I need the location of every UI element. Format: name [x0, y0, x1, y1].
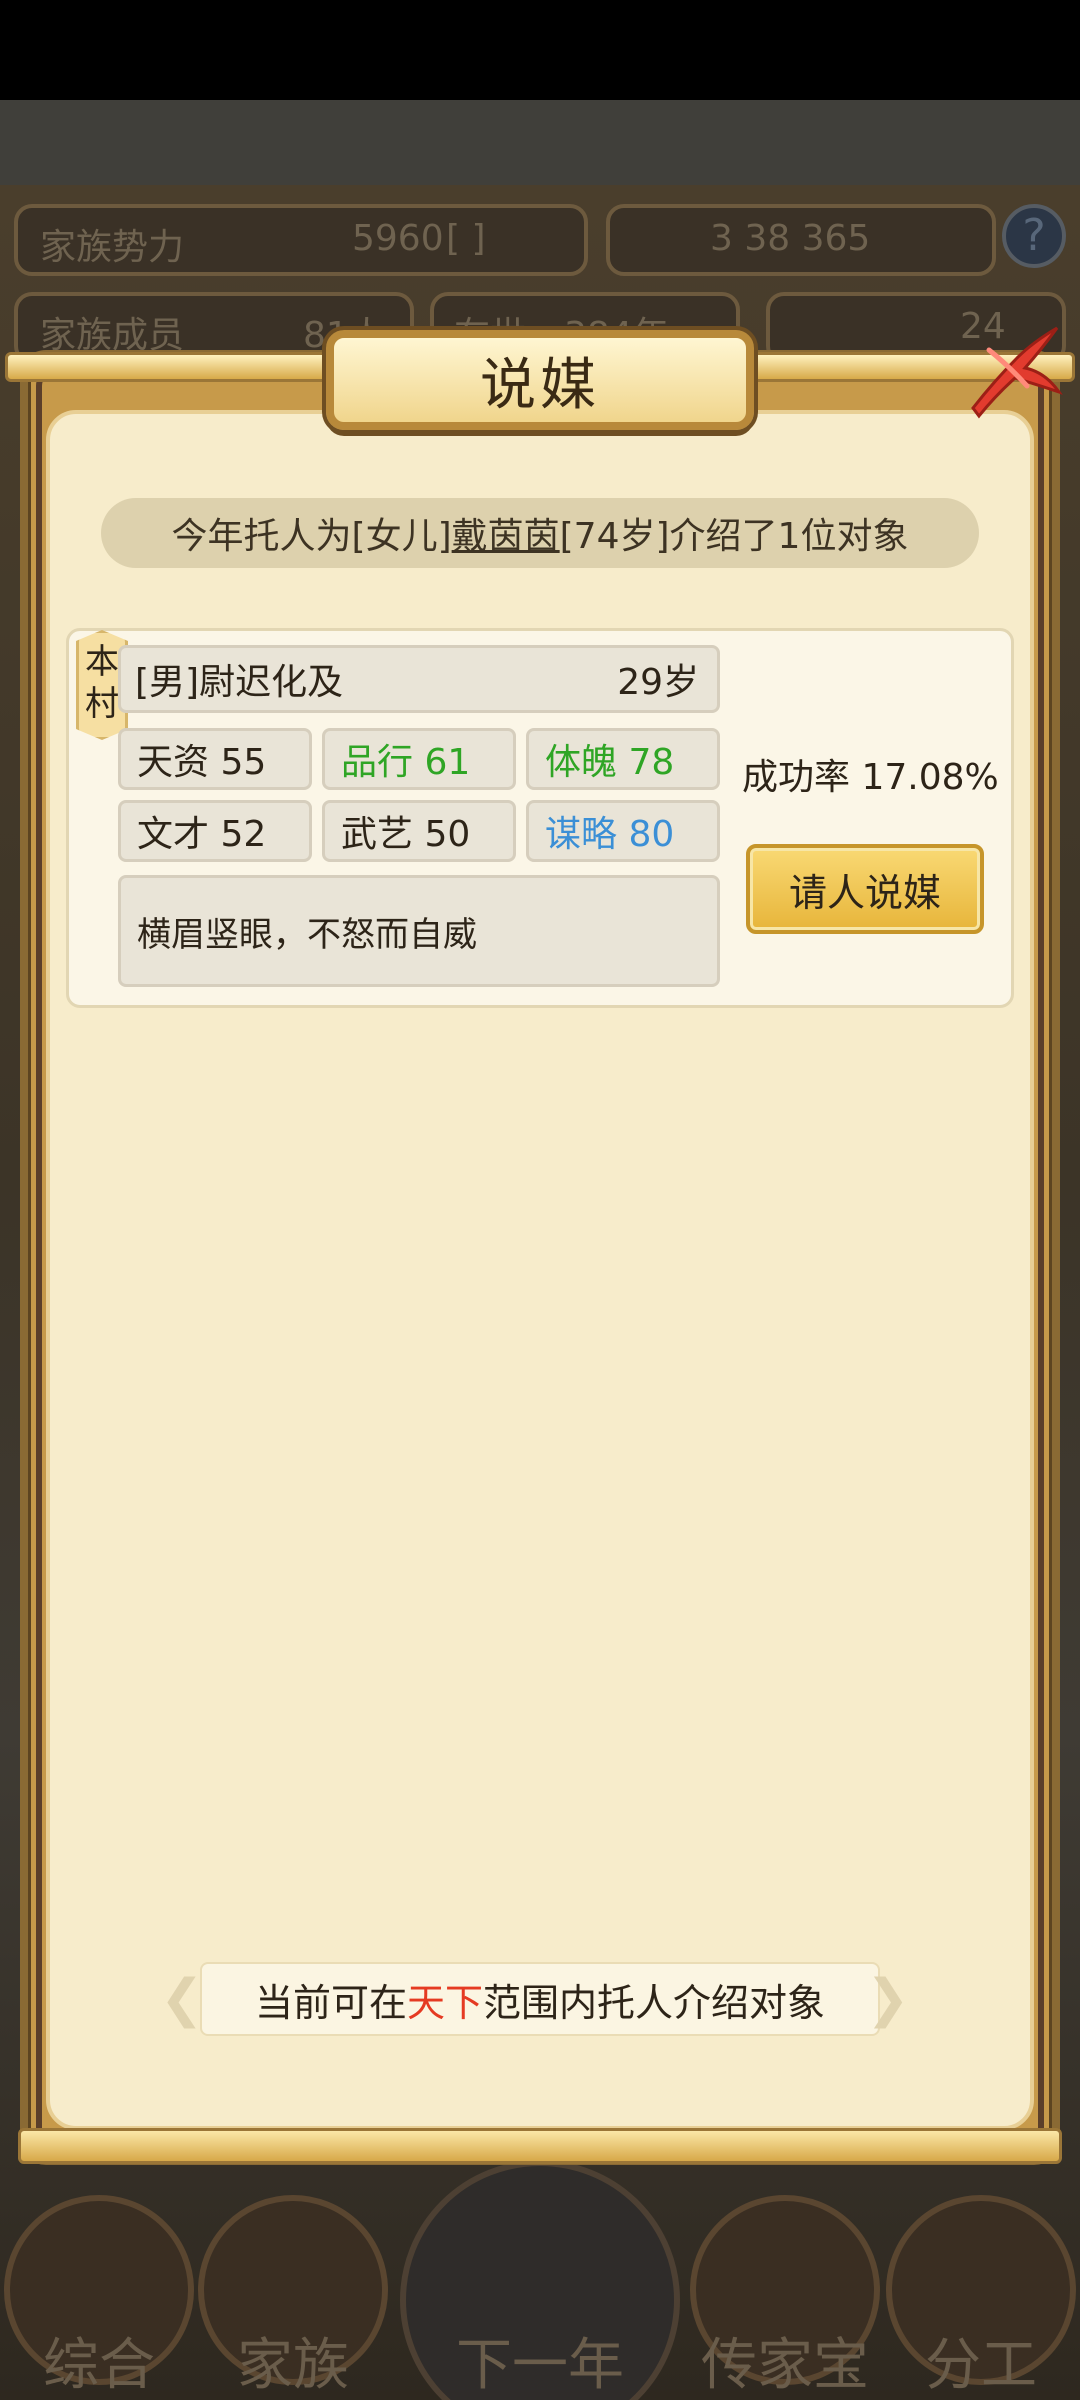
daughter-name[interactable]: 戴茵茵 [452, 507, 560, 559]
close-button[interactable] [955, 320, 1065, 430]
notice-suffix: [74岁]介绍了1位对象 [559, 516, 909, 557]
stat-conduct: 品行 61 [322, 728, 516, 790]
clan-rank: [ ] [446, 218, 486, 259]
top-banner [0, 100, 1080, 185]
footer-suffix: 范围内托人介绍对象 [483, 1980, 826, 2025]
request-matchmaker-label: 请人说媒 [788, 870, 941, 915]
nav-assign-label: 分工 [925, 2333, 1037, 2398]
clan-power-label: 家族势力 [40, 227, 185, 268]
bottom-nav: 综合 家族 下一年 传家宝 分工 [0, 2160, 1080, 2400]
help-button[interactable]: ? [1002, 204, 1066, 268]
notice-prefix: 今年托人为[女儿] [171, 516, 452, 557]
title-plaque: 说媒 [326, 330, 754, 430]
footer-banner: ❮ ❯ 当前可在天下范围内托人介绍对象 [160, 1962, 920, 2036]
clan-power-value: 5960 [352, 218, 444, 259]
candidate-age: 29岁 [617, 662, 699, 703]
stat-aptitude: 天资 55 [118, 728, 312, 790]
nav-next-year-label: 下一年 [456, 2333, 624, 2398]
candidate-name: [男]尉迟化及 [135, 662, 344, 703]
nav-family-label: 家族 [237, 2333, 349, 2398]
candidate-description: 横眉竖眼，不怒而自威 [118, 875, 720, 987]
currency-values: 3 38 365 [710, 218, 871, 259]
stat-literacy: 文才 52 [118, 800, 312, 862]
stat-strategy: 谋略 80 [526, 800, 720, 862]
stat-physique: 体魄 78 [526, 728, 720, 790]
modal-title: 说媒 [480, 352, 600, 418]
clan-power-bar: 家族势力 5960 [ ] [14, 204, 588, 276]
footer-text: 当前可在天下范围内托人介绍对象 [255, 1972, 825, 2027]
status-bar [0, 0, 1080, 100]
close-icon [971, 326, 1063, 419]
currency-bar: 3 38 365 [606, 204, 996, 276]
matchmaking-notice: 今年托人为[女儿] 戴茵茵 [74岁]介绍了1位对象 [101, 498, 979, 568]
candidate-name-row: [男]尉迟化及 29岁 [118, 645, 720, 713]
modal-bottom-rail [18, 2128, 1062, 2164]
success-rate: 成功率 17.08% [742, 757, 999, 798]
footer-highlight: 天下 [406, 1980, 483, 2025]
footer-prefix: 当前可在 [254, 1980, 407, 2025]
nav-general-label: 综合 [43, 2333, 155, 2398]
right-arrow-icon: ❯ [866, 1969, 910, 2029]
nav-heirloom-label: 传家宝 [701, 2333, 869, 2398]
request-matchmaker-button[interactable]: 请人说媒 [746, 844, 984, 934]
stat-martial: 武艺 50 [322, 800, 516, 862]
